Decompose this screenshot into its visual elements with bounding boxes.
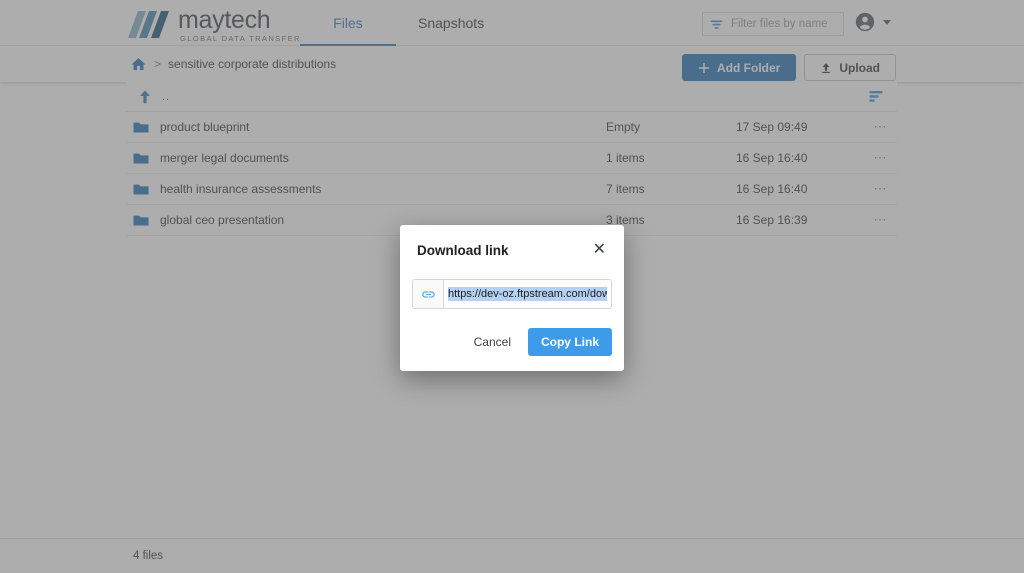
download-link-value-wrap[interactable]: https://dev-oz.ftpstream.com/downloa: [444, 280, 611, 308]
copy-link-button[interactable]: Copy Link: [527, 328, 612, 356]
dialog-header: Download link ✕: [400, 225, 624, 265]
close-icon[interactable]: ✕: [592, 240, 607, 260]
download-link-field[interactable]: https://dev-oz.ftpstream.com/downloa: [412, 279, 612, 309]
cancel-button[interactable]: Cancel: [466, 329, 519, 355]
dialog-body: https://dev-oz.ftpstream.com/downloa: [400, 265, 624, 309]
download-link-dialog: Download link ✕ https://dev-oz.ftpstream…: [400, 225, 624, 371]
dialog-title: Download link: [417, 242, 509, 258]
link-icon: [421, 287, 436, 302]
dialog-footer: Cancel Copy Link: [400, 309, 624, 371]
link-icon-prefix: [413, 280, 444, 308]
download-link-value[interactable]: https://dev-oz.ftpstream.com/downloa: [448, 287, 607, 301]
